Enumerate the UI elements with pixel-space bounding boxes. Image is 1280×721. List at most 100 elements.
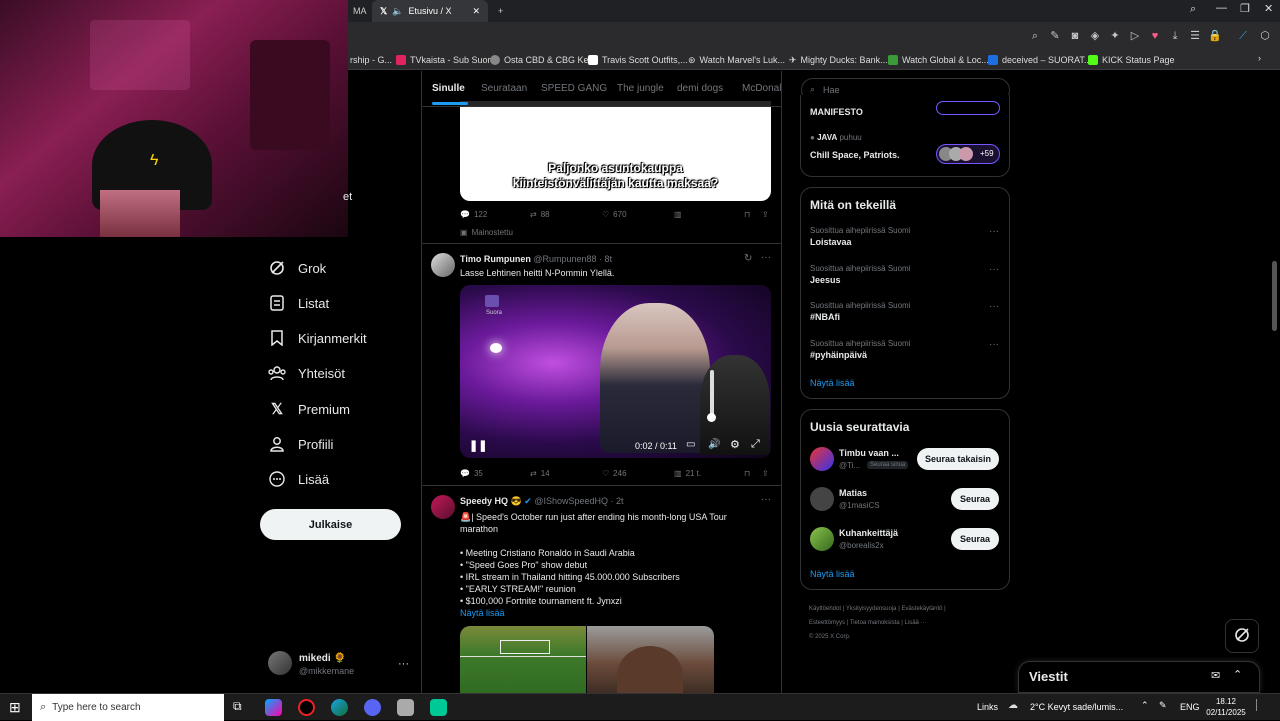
bookmark-item[interactable]: Osta CBD & CBG Ke...: [490, 53, 596, 67]
follow-button[interactable]: Seuraa: [951, 528, 999, 550]
nav-more[interactable]: Lisää: [268, 466, 329, 492]
bookmark-post-button[interactable]: ⊓: [744, 469, 750, 478]
windows-start-icon[interactable]: ⊞: [9, 699, 21, 716]
footer-link[interactable]: Yksityisyydensuoja: [846, 606, 897, 612]
footer-link[interactable]: Tietoa mainoksista: [850, 620, 900, 626]
tab-following[interactable]: Seurataan: [481, 83, 527, 94]
avatar[interactable]: [431, 495, 455, 519]
avatar[interactable]: [810, 527, 834, 551]
who-to-follow-show-more[interactable]: Näytä lisää: [810, 569, 855, 579]
account-name[interactable]: mikedi 🌻: [299, 653, 346, 664]
heart-icon[interactable]: ♥: [1148, 29, 1162, 43]
lock-icon[interactable]: 🔒: [1208, 29, 1222, 43]
bookmark-item[interactable]: Watch Global & Loc...: [888, 53, 989, 67]
edit-icon[interactable]: ✎: [1048, 29, 1062, 43]
like-button[interactable]: ♡ 246: [602, 469, 627, 478]
post-time[interactable]: · 2t: [611, 496, 624, 506]
follow-button[interactable]: Seuraa: [951, 488, 999, 510]
browser-tab-active[interactable]: 𝕏 🔈 Etusivu / X ✕: [372, 0, 488, 22]
minimize-icon[interactable]: —: [1216, 2, 1227, 14]
task-view-icon[interactable]: ⧉: [233, 699, 242, 714]
trend-menu-icon[interactable]: ···: [989, 339, 999, 350]
pen-icon[interactable]: ✎: [1159, 700, 1167, 711]
author-handle[interactable]: @IShowSpeedHQ: [534, 496, 608, 506]
post-menu-icon[interactable]: ···: [761, 494, 771, 505]
suggested-user-name[interactable]: Matias: [839, 488, 867, 498]
trend-name[interactable]: Jeesus: [810, 275, 841, 285]
suggested-user-name[interactable]: Kuhankeittäjä: [839, 528, 898, 538]
footer-link[interactable]: Käyttöehdot: [809, 606, 841, 612]
nav-premium[interactable]: 𝕏 Premium: [268, 396, 350, 422]
shield-icon[interactable]: ◈: [1088, 29, 1102, 43]
tab-the-jungle[interactable]: The jungle: [617, 83, 664, 94]
obs-icon[interactable]: [430, 699, 447, 716]
suggested-user-name[interactable]: Timbu vaan ...: [839, 448, 899, 458]
share-button[interactable]: ⇪: [762, 469, 769, 478]
post-media-image[interactable]: [460, 626, 586, 693]
taskbar-search-input[interactable]: ⌕ Type here to search: [32, 694, 224, 721]
share-button[interactable]: ⇪: [762, 210, 769, 219]
repost-button[interactable]: ⇄ 88: [530, 210, 550, 219]
repost-button[interactable]: ⇄ 14: [530, 469, 550, 478]
bookmark-item[interactable]: ✈ Mighty Ducks: Bank...: [789, 53, 888, 67]
menu-icon[interactable]: ☰: [1188, 29, 1202, 43]
trend-menu-icon[interactable]: ···: [989, 264, 999, 275]
bookmark-item[interactable]: deceived – SUORAT...: [988, 53, 1091, 67]
author-name[interactable]: Timo Rumpunen: [460, 254, 531, 264]
bookmark-item[interactable]: TVkaista - Sub Suora: [396, 53, 496, 67]
author-handle[interactable]: @Rumpunen88: [533, 254, 596, 264]
show-more-link[interactable]: Näytä lisää: [460, 607, 770, 619]
play-icon[interactable]: ▷: [1128, 29, 1142, 43]
bookmarks-overflow-icon[interactable]: ›: [1258, 53, 1261, 63]
page-scrollbar[interactable]: [1272, 261, 1277, 331]
browser-tab-partial[interactable]: MA: [345, 0, 375, 22]
tab-mcdonald[interactable]: McDonald: [742, 83, 781, 94]
new-tab-button[interactable]: +: [490, 0, 511, 22]
trend-name[interactable]: #pyhäinpäivä: [810, 350, 867, 360]
bookmark-post-button[interactable]: ⊓: [744, 210, 750, 219]
avatar[interactable]: [268, 651, 292, 675]
bookmark-item[interactable]: rship - G...: [350, 53, 392, 67]
reply-button[interactable]: 💬 122: [460, 210, 487, 219]
app-icon[interactable]: [397, 699, 414, 716]
taskbar-language[interactable]: ENG: [1180, 702, 1200, 712]
close-window-icon[interactable]: ✕: [1264, 2, 1273, 15]
fullscreen-icon[interactable]: ⤢: [751, 438, 760, 451]
show-desktop-button[interactable]: [1256, 699, 1266, 711]
bookmark-item[interactable]: ⊛ Watch Marvel's Luk...: [688, 53, 785, 67]
trend-menu-icon[interactable]: ···: [989, 226, 999, 237]
extension-icon[interactable]: ✦: [1108, 29, 1122, 43]
footer-link[interactable]: Evästekäytäntö: [901, 606, 942, 612]
nav-communities[interactable]: Yhteisöt: [268, 360, 345, 386]
tray-chevron-icon[interactable]: ⌃: [1141, 700, 1149, 711]
grok-analyze-icon[interactable]: ↻: [744, 253, 752, 264]
avatar[interactable]: [431, 253, 455, 277]
tab-speed-gang[interactable]: SPEED GANG: [541, 83, 607, 94]
trend-name[interactable]: Loistavaa: [810, 237, 852, 247]
footer-link[interactable]: Esteettömyys: [809, 620, 845, 626]
reply-button[interactable]: 💬 35: [460, 469, 483, 478]
opera-icon[interactable]: [298, 699, 315, 716]
download-icon[interactable]: ⤓: [1168, 29, 1182, 43]
views-button[interactable]: ▥ 21 t.: [674, 469, 701, 478]
ad-media[interactable]: Paljonko asuntokauppa kiinteistönvälittä…: [460, 101, 771, 201]
vpn-icon[interactable]: ⟋: [1236, 29, 1250, 43]
volume-slider-thumb[interactable]: [707, 413, 716, 422]
post-menu-icon[interactable]: ···: [761, 252, 771, 263]
views-button[interactable]: ▥: [674, 210, 682, 219]
expand-icon[interactable]: ⌃: [1233, 668, 1242, 681]
new-message-icon[interactable]: ✉: [1211, 669, 1220, 682]
trends-show-more[interactable]: Näytä lisää: [810, 378, 855, 388]
bookmark-item[interactable]: Travis Scott Outfits,...: [588, 53, 688, 67]
post-media-image[interactable]: [587, 626, 714, 693]
video-player[interactable]: Suora ❚❚ 0:02 / 0:11 ▭ 🔊 ⚙ ⤢: [460, 285, 771, 458]
taskbar-weather[interactable]: 2°C Kevyt sade/lumis...: [1030, 702, 1123, 712]
taskbar-clock[interactable]: 18.12 02/11/2025: [1204, 696, 1248, 718]
cube-icon[interactable]: ⬡: [1258, 29, 1272, 43]
trend-name[interactable]: #NBAfi: [810, 312, 840, 322]
trend-menu-icon[interactable]: ···: [989, 301, 999, 312]
avatar[interactable]: [810, 487, 834, 511]
space-title[interactable]: MANIFESTO: [810, 107, 863, 117]
zoom-icon[interactable]: ⌕: [1028, 29, 1042, 43]
bookmark-item[interactable]: KICK Status Page: [1088, 53, 1175, 67]
